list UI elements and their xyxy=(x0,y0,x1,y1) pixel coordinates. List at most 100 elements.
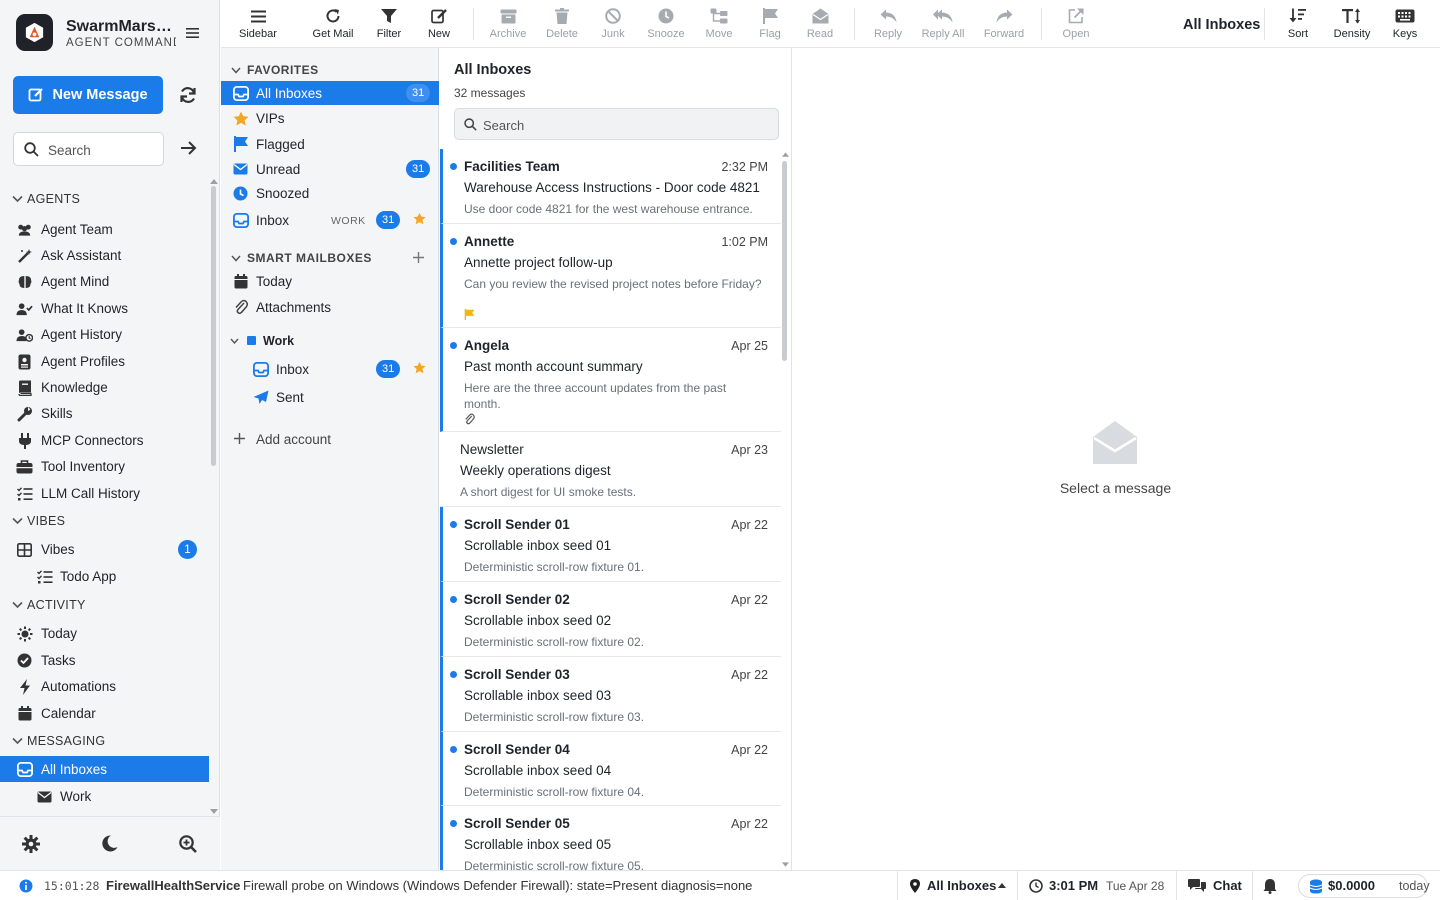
sidebar-item-knowledge[interactable]: Knowledge xyxy=(0,374,209,400)
message-row[interactable]: Scroll Sender 04 Apr 22 Scrollable inbox… xyxy=(440,732,781,806)
add-smart-mailbox-icon[interactable] xyxy=(413,252,424,263)
message-subject: Scrollable inbox seed 01 xyxy=(464,538,612,553)
open-button[interactable]: Open xyxy=(1046,6,1106,40)
cost-indicator[interactable]: $0.0000 today xyxy=(1298,874,1430,898)
sort-button[interactable]: Sort xyxy=(1268,6,1328,40)
message-row[interactable]: Angela Apr 25 Past month account summary… xyxy=(440,328,781,432)
refresh-icon[interactable] xyxy=(178,85,198,105)
folder-snoozed[interactable]: Snoozed xyxy=(221,181,439,205)
message-date: Apr 23 xyxy=(731,443,768,457)
keyboard-icon xyxy=(1395,9,1415,23)
scroll-down-icon[interactable] xyxy=(782,862,789,867)
dark-mode-moon-icon[interactable] xyxy=(102,835,118,852)
sidebar-item-calendar[interactable]: Calendar xyxy=(0,700,209,726)
sidebar-item-what-it-knows[interactable]: What It Knows xyxy=(0,295,209,321)
sidebar-item-llm-call-history[interactable]: LLM Call History xyxy=(0,480,209,506)
section-vibes[interactable]: VIBES xyxy=(12,514,65,528)
message-row[interactable]: Annette 1:02 PM Annette project follow-u… xyxy=(440,224,781,328)
sidebar-item-agent-team[interactable]: Agent Team xyxy=(0,216,209,242)
star-icon[interactable] xyxy=(413,361,426,374)
add-account-button[interactable]: Add account xyxy=(221,427,439,451)
get-mail-button[interactable]: Get Mail xyxy=(303,6,363,40)
notifications-button[interactable] xyxy=(1252,871,1288,900)
chevron-down-icon xyxy=(12,195,23,203)
sidebar-item-tasks[interactable]: Tasks xyxy=(0,647,209,673)
message-row[interactable]: Scroll Sender 01 Apr 22 Scrollable inbox… xyxy=(440,507,781,582)
paperclip-icon xyxy=(465,413,475,425)
account-work-sent[interactable]: Sent xyxy=(221,385,439,409)
section-messaging[interactable]: MESSAGING xyxy=(12,734,105,748)
smart-mailbox-attachments[interactable]: Attachments xyxy=(221,295,439,319)
sidebar-item-agent-history[interactable]: Agent History xyxy=(0,321,209,347)
sidebar-item-mcp-connectors[interactable]: MCP Connectors xyxy=(0,427,209,453)
new-message-button[interactable]: New Message xyxy=(13,76,163,114)
status-clock[interactable]: 3:01 PM Tue Apr 28 xyxy=(1017,871,1176,900)
sidebar-item-ask-assistant[interactable]: Ask Assistant xyxy=(0,242,209,268)
message-row[interactable]: Scroll Sender 03 Apr 22 Scrollable inbox… xyxy=(440,657,781,732)
message-search-input[interactable]: Search xyxy=(454,108,779,140)
folder-flagged[interactable]: Flagged xyxy=(221,132,439,156)
status-location[interactable]: All Inboxes xyxy=(897,871,1017,900)
sidebar-item-vibes[interactable]: Vibes 1 xyxy=(0,536,209,562)
snooze-button[interactable]: Snooze xyxy=(636,6,696,40)
density-button[interactable]: Density xyxy=(1322,6,1382,40)
forward-button[interactable]: Forward xyxy=(974,6,1034,40)
sidebar-item-all-inboxes[interactable]: All Inboxes xyxy=(0,756,209,782)
unread-dot xyxy=(450,746,457,753)
sidebar-item-skills[interactable]: Skills xyxy=(0,400,209,426)
filter-icon xyxy=(381,8,397,23)
folder-vips[interactable]: VIPs xyxy=(221,106,439,130)
zoom-in-icon[interactable] xyxy=(179,835,197,853)
sidebar-item-work[interactable]: Work xyxy=(0,783,209,809)
settings-gear-icon[interactable] xyxy=(22,835,40,853)
message-subject: Weekly operations digest xyxy=(460,463,611,478)
sidebar-search-input[interactable]: Search xyxy=(13,132,164,166)
reply-button[interactable]: Reply xyxy=(858,6,918,40)
message-row[interactable]: Newsletter Apr 23 Weekly operations dige… xyxy=(440,432,781,507)
new-button[interactable]: New xyxy=(409,6,469,40)
read-button[interactable]: Read xyxy=(790,6,850,40)
junk-button[interactable]: Junk xyxy=(583,6,643,40)
sidebar-toggle-button[interactable]: Sidebar xyxy=(228,6,288,40)
status-message[interactable]: Firewall probe on Windows (Windows Defen… xyxy=(243,878,752,893)
menu-icon[interactable] xyxy=(186,27,199,39)
account-work-inbox[interactable]: Inbox 31 xyxy=(221,357,439,381)
section-agents[interactable]: AGENTS xyxy=(12,192,80,206)
section-activity[interactable]: ACTIVITY xyxy=(12,598,86,612)
smart-mailboxes-header[interactable]: SMART MAILBOXES xyxy=(231,251,372,265)
folder-work-inbox[interactable]: Inbox WORK 31 xyxy=(221,208,439,232)
message-row[interactable]: Scroll Sender 02 Apr 22 Scrollable inbox… xyxy=(440,582,781,657)
sidebar-item-agent-profiles[interactable]: Agent Profiles xyxy=(0,348,209,374)
folder-unread[interactable]: Unread 31 xyxy=(221,157,439,181)
chat-button[interactable]: Chat xyxy=(1176,871,1252,900)
app-logo xyxy=(16,14,53,51)
chevron-down-icon xyxy=(12,737,23,745)
reply-all-button[interactable]: Reply All xyxy=(913,6,973,40)
keys-button[interactable]: Keys xyxy=(1375,6,1435,40)
chevron-down-icon xyxy=(12,517,23,525)
sidebar-scrollbar[interactable] xyxy=(211,186,216,466)
sidebar-item-tool-inventory[interactable]: Tool Inventory xyxy=(0,453,209,479)
sidebar-item-agent-mind[interactable]: Agent Mind xyxy=(0,268,209,294)
arrow-right-icon[interactable] xyxy=(180,140,197,156)
favorites-header[interactable]: FAVORITES xyxy=(231,63,319,77)
scroll-up-icon[interactable] xyxy=(782,152,789,157)
smart-mailbox-today[interactable]: Today xyxy=(221,269,439,293)
scroll-up-icon[interactable] xyxy=(210,179,218,184)
star-icon[interactable] xyxy=(413,212,426,225)
sidebar-item-today[interactable]: Today xyxy=(0,620,209,646)
message-row[interactable]: Facilities Team 2:32 PM Warehouse Access… xyxy=(440,149,781,224)
message-list-scrollbar[interactable] xyxy=(782,161,787,361)
sidebar-item-todo-app[interactable]: Todo App xyxy=(0,563,209,589)
message-subject: Past month account summary xyxy=(464,359,643,374)
forward-icon xyxy=(996,9,1012,23)
folder-all-inboxes[interactable]: All Inboxes 31 xyxy=(221,81,439,105)
account-work[interactable]: Work xyxy=(221,329,439,353)
rotate-icon xyxy=(326,9,340,23)
sidebar-item-automations[interactable]: Automations xyxy=(0,673,209,699)
scroll-down-icon[interactable] xyxy=(210,809,218,814)
archive-button[interactable]: Archive xyxy=(478,6,538,40)
message-list: Facilities Team 2:32 PM Warehouse Access… xyxy=(440,149,781,870)
message-row[interactable]: Scroll Sender 05 Apr 22 Scrollable inbox… xyxy=(440,806,781,870)
unread-dot xyxy=(450,238,457,245)
